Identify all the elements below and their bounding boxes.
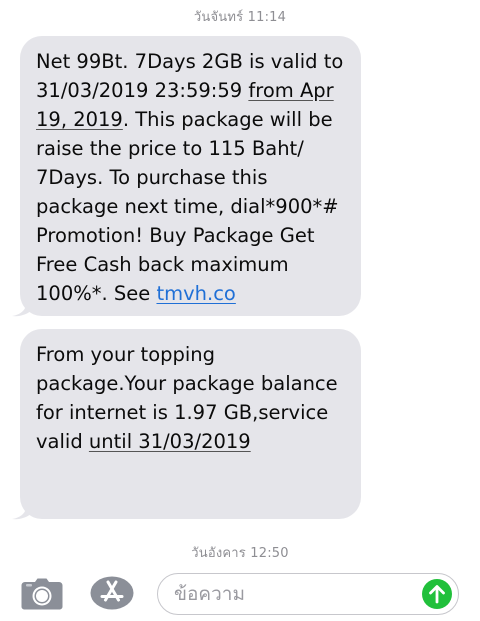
send-button[interactable] xyxy=(422,579,452,609)
bubble-tail xyxy=(12,298,32,317)
message-link[interactable]: tmvh.co xyxy=(156,282,235,305)
bubble-tail xyxy=(12,501,32,520)
message-input[interactable] xyxy=(174,581,404,607)
message-field[interactable] xyxy=(157,573,459,615)
message-text: for internet is 1.97 GB,service xyxy=(36,401,329,424)
message-line: raise the price to 115 Baht/ xyxy=(36,134,345,163)
message-line: package.Your package balance xyxy=(36,369,345,398)
arrow-up-icon xyxy=(429,585,445,604)
message-text: package next time, dial*900*# xyxy=(36,195,339,218)
message-text: raise the price to 115 Baht/ xyxy=(36,137,304,160)
detected-date-text[interactable]: from Apr xyxy=(248,79,333,102)
message-line: Free Cash back maximum xyxy=(36,250,345,279)
message-line: for internet is 1.97 GB,service xyxy=(36,398,345,427)
detected-date-text[interactable]: until 31/03/2019 xyxy=(89,430,251,453)
message-text: Net 99Bt. 7Days 2GB is valid to xyxy=(36,50,344,73)
app-store-button[interactable] xyxy=(90,576,134,610)
message-line: 31/03/2019 23:59:59 from Apr xyxy=(36,76,345,105)
camera-icon xyxy=(21,578,63,610)
message-line: From your topping xyxy=(36,340,345,369)
message-timestamp: วันอังคาร 12:50 xyxy=(191,546,289,561)
message-line: valid until 31/03/2019 xyxy=(36,427,345,456)
message-input-bar xyxy=(0,563,480,621)
app-store-icon xyxy=(90,576,134,610)
message-line: Promotion! Buy Package Get xyxy=(36,221,345,250)
message-text: From your topping xyxy=(36,343,216,366)
message-line: 7Days. To purchase this xyxy=(36,163,345,192)
message-text: 100%*. See xyxy=(36,282,157,305)
message-text: valid xyxy=(36,430,89,453)
message-text: 31/03/2019 23:59:59 xyxy=(36,79,249,102)
message-timestamp: วันจันทร์ 11:14 xyxy=(193,10,287,25)
message-text: Free Cash back maximum xyxy=(36,253,289,276)
camera-button[interactable] xyxy=(21,578,63,610)
message-line: Net 99Bt. 7Days 2GB is valid to xyxy=(36,47,345,76)
message-line: 19, 2019. This package will be xyxy=(36,105,345,134)
message-text: Promotion! Buy Package Get xyxy=(36,224,315,247)
message-bubble[interactable]: From your topping package.Your package ba… xyxy=(20,329,361,519)
detected-date-text[interactable]: 19, 2019 xyxy=(36,108,123,131)
message-text: . This package will be xyxy=(122,108,333,131)
message-text: package.Your package balance xyxy=(36,372,338,395)
message-text: 7Days. To purchase this xyxy=(36,166,268,189)
message-line: package next time, dial*900*# xyxy=(36,192,345,221)
message-line: 100%*. See tmvh.co xyxy=(36,279,345,308)
message-bubble[interactable]: Net 99Bt. 7Days 2GB is valid to 31/03/201… xyxy=(20,36,361,316)
